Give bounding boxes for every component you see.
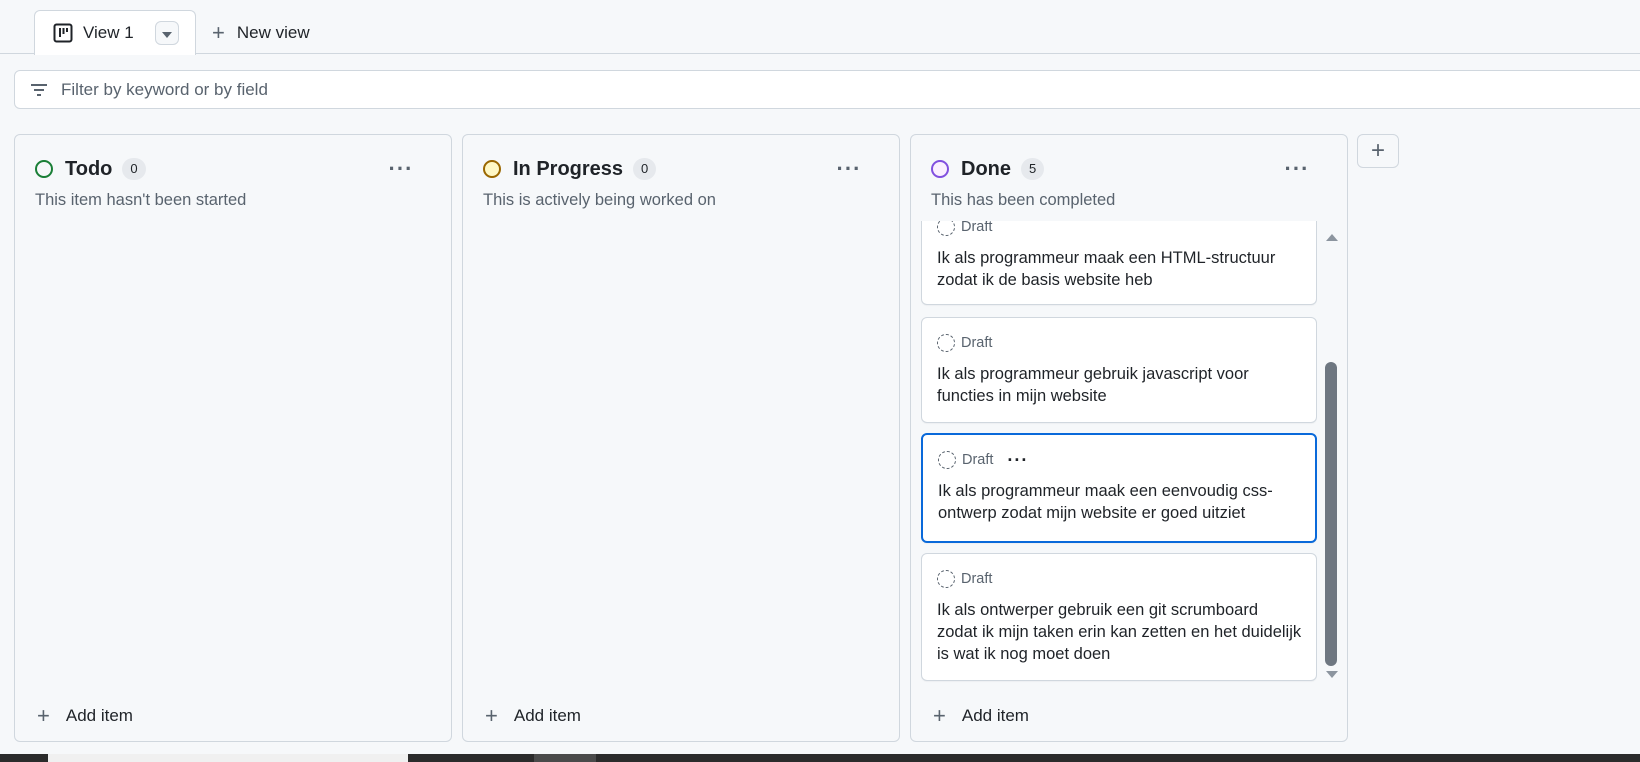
filter-icon	[29, 80, 49, 100]
kebab-horizontal-icon: ···	[836, 156, 862, 181]
column-description: This is actively being worked on	[483, 191, 716, 209]
column-menu-button[interactable]: ···	[1277, 155, 1317, 183]
status-circle-icon	[35, 160, 53, 178]
taskbar-segment	[48, 754, 408, 762]
scrollbar-thumb[interactable]	[1325, 362, 1337, 666]
column-done: Done 5 ··· This has been completed Draft…	[910, 134, 1348, 742]
filter-bar	[14, 70, 1640, 109]
card-type-label: Draft	[962, 452, 994, 468]
column-header: Todo 0 ···	[35, 155, 431, 183]
view-options-dropdown-button[interactable]	[155, 21, 179, 45]
taskbar-segment	[534, 754, 596, 762]
card-title[interactable]: Ik als ontwerper gebruik een git scrumbo…	[937, 599, 1302, 665]
tab-view-1-label: View 1	[83, 23, 134, 42]
kebab-horizontal-icon: ···	[388, 156, 414, 181]
plus-icon: +	[933, 703, 946, 728]
card-type-label: Draft	[961, 335, 993, 351]
card-type-label: Draft	[961, 571, 993, 587]
add-item-button[interactable]: + Add item	[485, 701, 581, 731]
item-count-badge: 5	[1021, 158, 1045, 180]
add-item-button[interactable]: + Add item	[37, 701, 133, 731]
kebab-horizontal-icon: ···	[1284, 156, 1310, 181]
card-type-label: Draft	[961, 221, 993, 235]
add-item-label: Add item	[513, 706, 581, 725]
plus-icon: +	[1370, 137, 1385, 164]
new-view-label: New view	[236, 23, 310, 42]
column-title: In Progress	[513, 157, 624, 180]
card-list[interactable]: Draft Ik als programmeur maak een HTML-s…	[921, 221, 1317, 685]
card-type: Draft	[937, 221, 992, 238]
column-description: This has been completed	[931, 191, 1116, 209]
card-type: Draft	[937, 332, 992, 354]
column-todo: Todo 0 ··· This item hasn't been started…	[14, 134, 452, 742]
draft-issue-icon	[937, 221, 955, 236]
add-item-button[interactable]: + Add item	[933, 701, 1029, 731]
new-view-button[interactable]: + New view	[212, 20, 310, 46]
add-item-label: Add item	[65, 706, 133, 725]
scroll-down-arrow-icon[interactable]	[1326, 671, 1338, 678]
status-circle-icon	[931, 160, 949, 178]
add-item-label: Add item	[961, 706, 1029, 725]
kebab-horizontal-icon: ···	[1007, 449, 1029, 470]
item-count-badge: 0	[122, 158, 146, 180]
item-count-badge: 0	[633, 158, 657, 180]
draft-issue-icon	[937, 334, 955, 352]
plus-icon: +	[37, 703, 50, 728]
draft-issue-icon	[937, 570, 955, 588]
board-view-icon	[53, 23, 73, 43]
column-in-progress: In Progress 0 ··· This is actively being…	[462, 134, 900, 742]
status-circle-icon	[483, 160, 501, 178]
draft-card-selected[interactable]: Draft ··· Ik als programmeur maak een ee…	[921, 433, 1317, 543]
card-menu-button[interactable]: ···	[1007, 450, 1028, 471]
card-type: Draft	[937, 568, 992, 590]
column-description: This item hasn't been started	[35, 191, 247, 209]
column-title: Todo	[65, 157, 113, 180]
plus-icon: +	[485, 703, 498, 728]
scroll-up-arrow-icon[interactable]	[1326, 234, 1338, 241]
add-column-button[interactable]: +	[1357, 134, 1399, 168]
tab-view-1[interactable]: View 1	[34, 10, 196, 55]
plus-icon: +	[212, 20, 225, 45]
draft-card[interactable]: Draft Ik als ontwerper gebruik een git s…	[921, 553, 1317, 681]
triangle-down-icon	[162, 23, 172, 43]
view-tab-bar: View 1 + New view	[0, 0, 1640, 55]
card-title[interactable]: Ik als programmeur maak een eenvoudig cs…	[938, 480, 1301, 524]
taskbar-strip	[0, 754, 1640, 762]
column-menu-button[interactable]: ···	[829, 155, 869, 183]
column-menu-button[interactable]: ···	[381, 155, 421, 183]
column-title: Done	[961, 157, 1011, 180]
card-type: Draft ···	[938, 449, 1028, 471]
card-title[interactable]: Ik als programmeur maak een HTML-structu…	[937, 247, 1302, 291]
card-title[interactable]: Ik als programmeur gebruik javascript vo…	[937, 363, 1302, 407]
filter-input[interactable]	[61, 79, 661, 100]
column-header: In Progress 0 ···	[483, 155, 879, 183]
draft-card[interactable]: Draft Ik als programmeur maak een HTML-s…	[921, 221, 1317, 305]
draft-card[interactable]: Draft Ik als programmeur gebruik javascr…	[921, 317, 1317, 423]
column-header: Done 5 ···	[931, 155, 1327, 183]
card-list-scrollbar[interactable]	[1325, 222, 1339, 688]
draft-issue-icon	[938, 451, 956, 469]
